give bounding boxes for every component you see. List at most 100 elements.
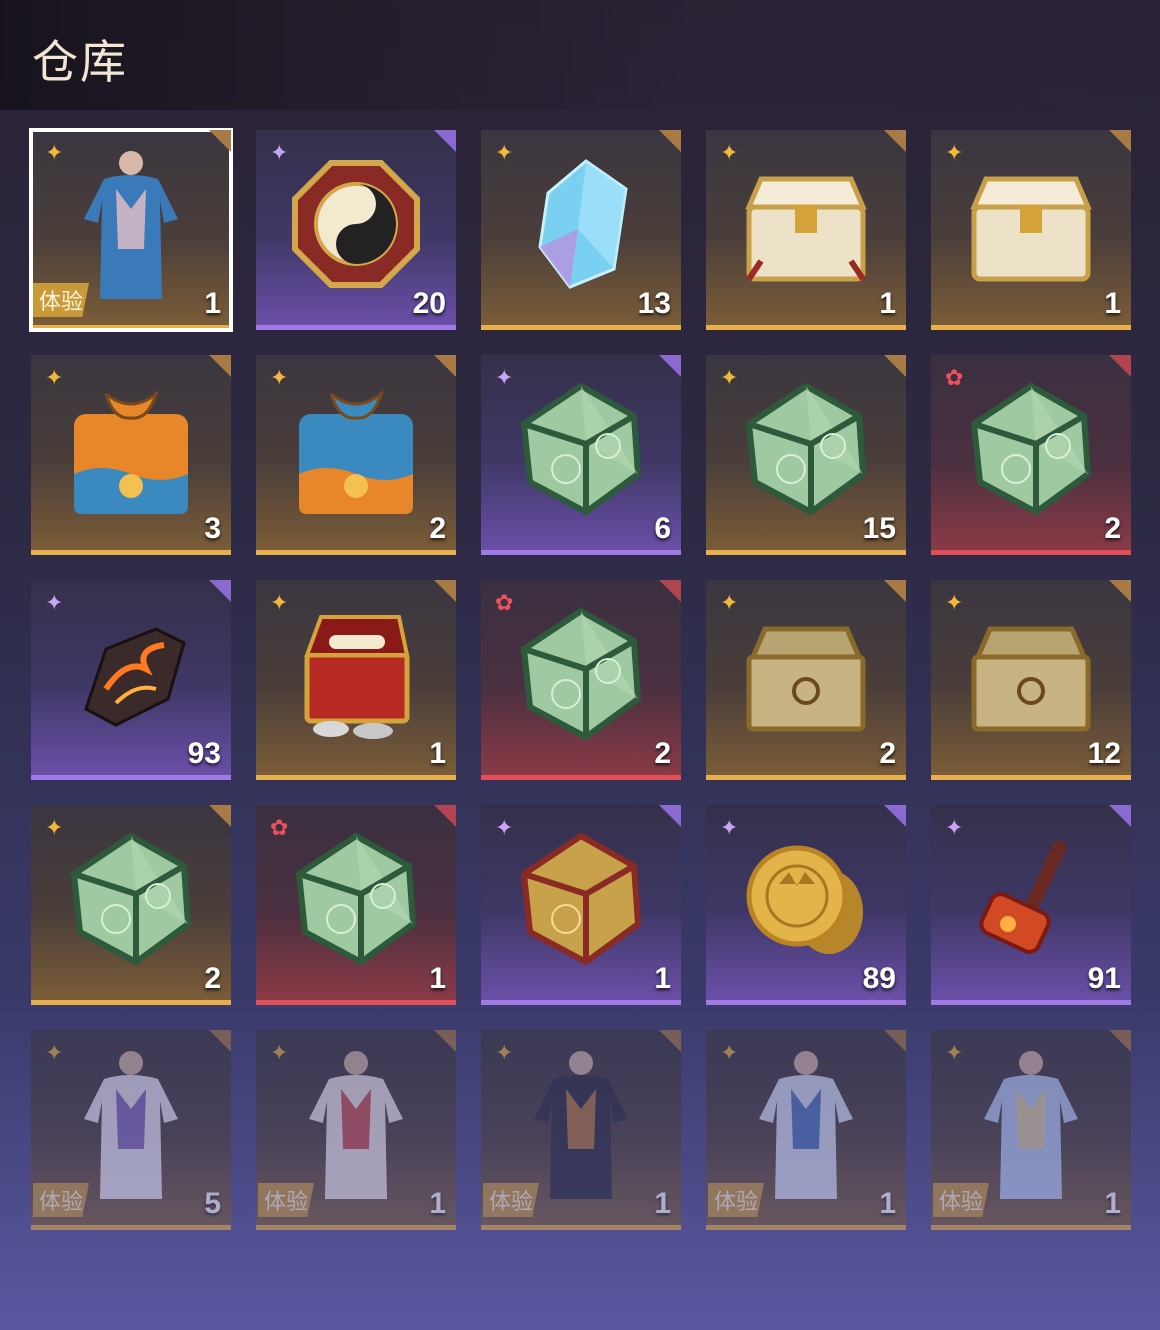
- octagon-medallion-icon: [281, 149, 431, 299]
- corner-tab-icon: [884, 1030, 906, 1052]
- inventory-slot-outfit-shrine-maiden[interactable]: ✦ 体验 1: [256, 1030, 456, 1230]
- inventory-slot-scroll-treasure-chest[interactable]: ✦ 1: [256, 580, 456, 780]
- inventory-slot-octagon-medallion[interactable]: ✦ 20: [256, 130, 456, 330]
- corner-tab-icon: [659, 580, 681, 602]
- inventory-slot-jade-polyhedron[interactable]: ✦ 6: [481, 355, 681, 555]
- item-count: 1: [879, 1187, 896, 1220]
- corner-tab-icon: [434, 805, 456, 827]
- jade-die-icon: [956, 374, 1106, 524]
- jade-die-icon: [56, 824, 206, 974]
- corner-tab-icon: [659, 130, 681, 152]
- inventory-slot-outfit-lightblue-gown[interactable]: ✦ 体验 1: [931, 1030, 1131, 1230]
- item-count: 2: [429, 512, 446, 545]
- corner-tab-icon: [659, 1030, 681, 1052]
- inventory-slot-blue-crystal[interactable]: ✦ 13: [481, 130, 681, 330]
- item-count: 6: [654, 512, 671, 545]
- item-count: 91: [1087, 962, 1121, 995]
- inventory-slot-fire-hammer[interactable]: ✦ 91: [931, 805, 1131, 1005]
- coin-icon: [731, 824, 881, 974]
- item-count: 93: [187, 737, 221, 770]
- corner-tab-icon: [1109, 805, 1131, 827]
- jade-die-icon: [506, 599, 656, 749]
- item-count: 1: [879, 287, 896, 320]
- corner-tab-icon: [1109, 580, 1131, 602]
- corner-tab-icon: [434, 130, 456, 152]
- corner-tab-icon: [434, 355, 456, 377]
- inventory-slot-outfit-white-fur[interactable]: ✦ 体验 5: [31, 1030, 231, 1230]
- outfit-white-icon: [56, 1049, 206, 1199]
- gift-orange-icon: [56, 374, 206, 524]
- corner-tab-icon: [884, 355, 906, 377]
- inventory-slot-outfit-blue-dress[interactable]: ✦ 体验 1: [29, 128, 233, 332]
- corner-tab-icon: [1109, 1030, 1131, 1052]
- header-bar: 仓库: [0, 0, 1160, 110]
- gift-blue-icon: [281, 374, 431, 524]
- trial-badge: 体验: [483, 1183, 540, 1217]
- inventory-slot-ornate-white-chest[interactable]: ✦ 1: [706, 130, 906, 330]
- corner-tab-icon: [884, 130, 906, 152]
- inventory-slot-white-chest[interactable]: ✦ 1: [931, 130, 1131, 330]
- jade-die-icon: [281, 824, 431, 974]
- trial-badge: 体验: [708, 1183, 765, 1217]
- trial-badge: 体验: [33, 283, 90, 317]
- corner-tab-icon: [209, 130, 231, 152]
- corner-tab-icon: [884, 805, 906, 827]
- item-count: 89: [862, 962, 896, 995]
- chest-bronze-icon: [731, 599, 881, 749]
- trial-badge: 体验: [258, 1183, 315, 1217]
- inventory-slot-gold-polyhedron[interactable]: ✦ 1: [481, 805, 681, 1005]
- item-count: 2: [879, 737, 896, 770]
- inventory-slot-orange-gift-bundle[interactable]: ✦ 3: [31, 355, 231, 555]
- item-count: 1: [1104, 1187, 1121, 1220]
- item-count: 12: [1087, 737, 1121, 770]
- inventory-slot-fire-ore[interactable]: ✦ 93: [31, 580, 231, 780]
- item-count: 2: [204, 962, 221, 995]
- corner-tab-icon: [209, 1030, 231, 1052]
- outfit-dark-icon: [506, 1049, 656, 1199]
- inventory-slot-bronze-chest[interactable]: ✦ 12: [931, 580, 1131, 780]
- item-count: 2: [1104, 512, 1121, 545]
- item-count: 13: [637, 287, 671, 320]
- chest-bronze-icon: [956, 599, 1106, 749]
- gold-die-icon: [506, 824, 656, 974]
- inventory-grid: ✦ 体验 1 ✦ 20 ✦ 13 ✦ 1 ✦ 1 ✦ 3 ✦ 2 ✦ 6 ✦ 1…: [29, 128, 1133, 1230]
- inventory-slot-bronze-chest[interactable]: ✦ 2: [706, 580, 906, 780]
- corner-tab-icon: [1109, 130, 1131, 152]
- corner-tab-icon: [209, 580, 231, 602]
- trial-badge: 体验: [33, 1183, 90, 1217]
- chest-red-scrolls-icon: [281, 599, 431, 749]
- corner-tab-icon: [659, 355, 681, 377]
- outfit-lightblue-icon: [956, 1049, 1106, 1199]
- item-count: 1: [1104, 287, 1121, 320]
- outfit-red-white-icon: [281, 1049, 431, 1199]
- outfit-female-blue-icon: [56, 149, 206, 299]
- item-count: 5: [204, 1187, 221, 1220]
- item-count: 1: [429, 1187, 446, 1220]
- inventory-slot-jade-polyhedron[interactable]: ✿ 1: [256, 805, 456, 1005]
- trial-badge: 体验: [933, 1183, 990, 1217]
- inventory-slot-gold-coin[interactable]: ✦ 89: [706, 805, 906, 1005]
- inventory-slot-outfit-blue-gown[interactable]: ✦ 体验 1: [706, 1030, 906, 1230]
- hammer-icon: [956, 824, 1106, 974]
- jade-die-icon: [506, 374, 656, 524]
- inventory-slot-outfit-dark-warrior[interactable]: ✦ 体验 1: [481, 1030, 681, 1230]
- item-count: 1: [429, 962, 446, 995]
- inventory-slot-jade-polyhedron[interactable]: ✦ 2: [31, 805, 231, 1005]
- item-count: 3: [204, 512, 221, 545]
- inventory-slot-jade-polyhedron[interactable]: ✿ 2: [931, 355, 1131, 555]
- crystal-icon: [506, 149, 656, 299]
- corner-tab-icon: [434, 580, 456, 602]
- item-count: 1: [204, 287, 221, 320]
- inventory-slot-jade-polyhedron[interactable]: ✿ 2: [481, 580, 681, 780]
- corner-tab-icon: [209, 805, 231, 827]
- item-count: 20: [412, 287, 446, 320]
- item-count: 1: [654, 1187, 671, 1220]
- outfit-blue-gown-icon: [731, 1049, 881, 1199]
- item-count: 1: [429, 737, 446, 770]
- item-count: 15: [862, 512, 896, 545]
- jade-die-icon: [731, 374, 881, 524]
- inventory-slot-blue-gift-bundle[interactable]: ✦ 2: [256, 355, 456, 555]
- inventory-slot-jade-polyhedron[interactable]: ✦ 15: [706, 355, 906, 555]
- item-count: 1: [654, 962, 671, 995]
- corner-tab-icon: [659, 805, 681, 827]
